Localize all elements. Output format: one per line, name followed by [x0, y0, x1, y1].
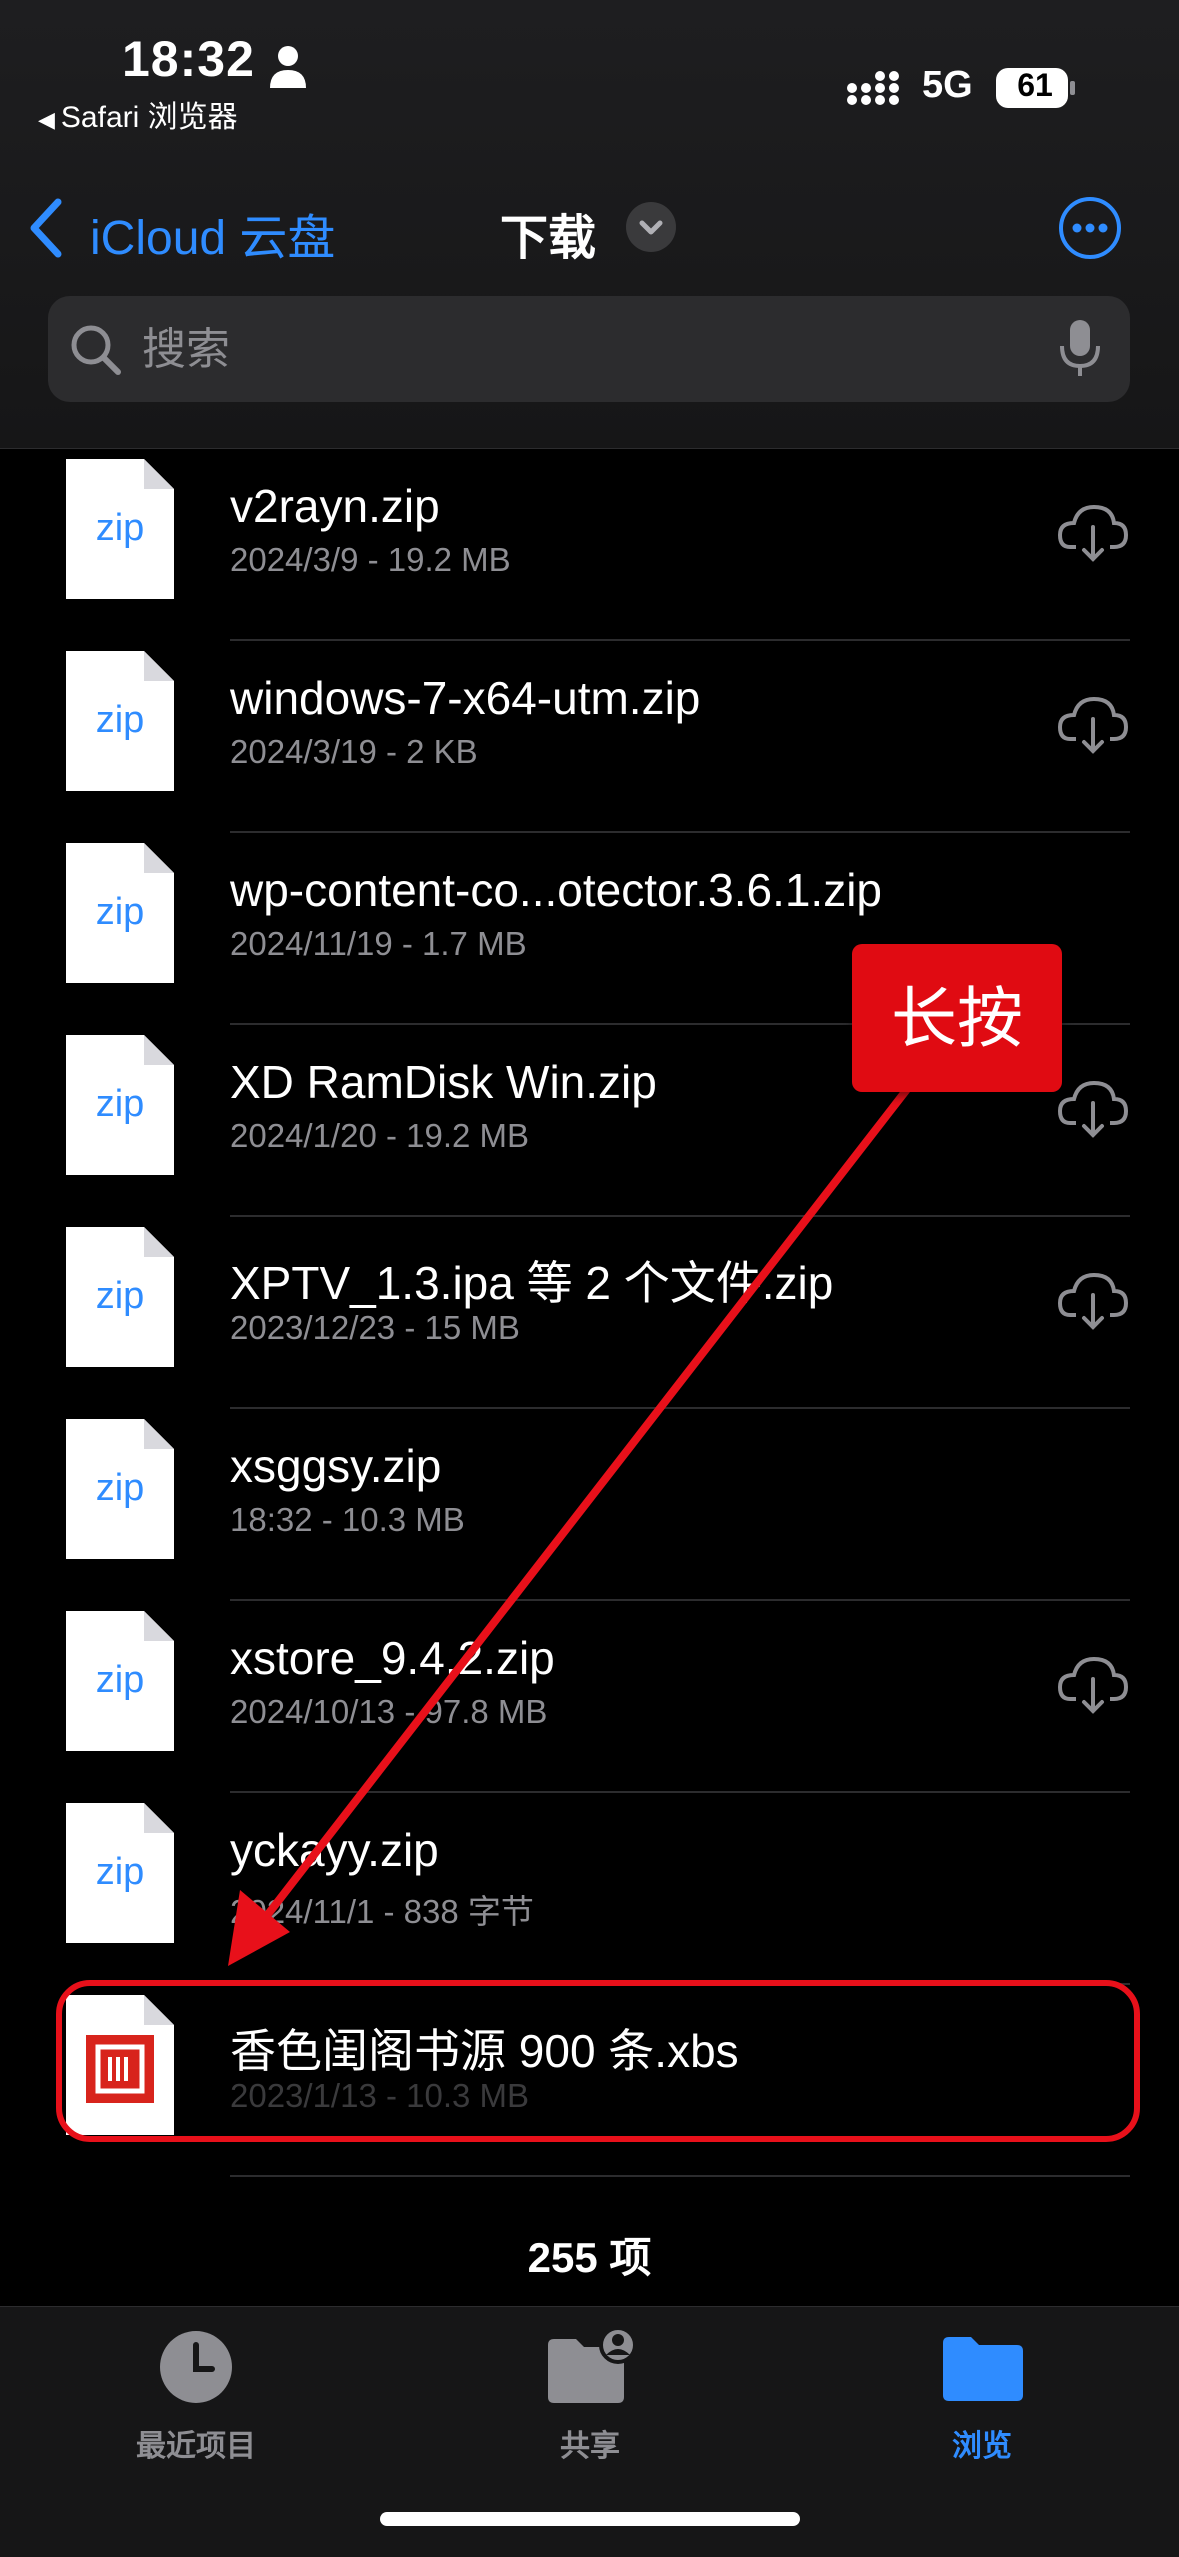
status-time: 18:32: [122, 31, 255, 87]
file-name: xsggsy.zip: [230, 1440, 442, 1492]
file-meta: 2024/3/9 - 19.2 MB: [230, 541, 511, 578]
cloud-download-icon[interactable]: [1058, 1269, 1128, 1331]
back-to-safari[interactable]: ◀ Safari 浏览器: [38, 92, 238, 136]
tab-browse[interactable]: 浏览: [862, 2327, 1102, 2477]
cloud-download-icon[interactable]: [1058, 501, 1128, 563]
person-icon: [270, 46, 306, 88]
tab-label: 共享: [560, 2430, 620, 2463]
file-meta: 18:32 - 10.3 MB: [230, 1501, 465, 1538]
tab-shared[interactable]: 共享: [470, 2327, 710, 2477]
file-row[interactable]: zip xsggsy.zip 18:32 - 10.3 MB: [0, 1409, 1179, 1601]
cellular-signal-icon: [847, 71, 899, 105]
back-button-icloud[interactable]: iCloud 云盘: [90, 198, 335, 268]
file-row[interactable]: zip v2rayn.zip 2024/3/9 - 19.2 MB: [0, 449, 1179, 641]
file-row[interactable]: zip XPTV_1.3.ipa 等 2 个文件.zip 2023/12/23 …: [0, 1217, 1179, 1409]
zip-file-icon: zip: [66, 1419, 174, 1559]
zip-file-icon: zip: [66, 1611, 174, 1751]
file-name: yckayy.zip: [230, 1824, 439, 1876]
more-options-icon[interactable]: [1058, 196, 1122, 260]
clock-icon: [160, 2331, 232, 2403]
file-name: XPTV_1.3.ipa 等 2 个文件.zip: [230, 1257, 834, 1309]
file-row[interactable]: zip yckayy.zip 2024/11/1 - 838 字节: [0, 1793, 1179, 1985]
page-title: 下载: [500, 212, 597, 265]
cloud-download-icon[interactable]: [1058, 1653, 1128, 1715]
shared-folder-icon: [548, 2327, 637, 2403]
file-name: windows-7-x64-utm.zip: [230, 672, 701, 724]
network-type: 5G: [922, 64, 973, 106]
file-meta: 2024/10/13 - 97.8 MB: [230, 1693, 548, 1730]
highlight-box: [56, 1980, 1140, 2142]
file-row[interactable]: zip xstore_9.4.2.zip 2024/10/13 - 97.8 M…: [0, 1601, 1179, 1793]
search-bar[interactable]: [48, 296, 1130, 404]
row-divider: [230, 2175, 1130, 2177]
header: 18:32 ◀ Safari 浏览器 5G 61 iCloud 云盘 下载: [0, 0, 1179, 449]
folder-icon: [943, 2337, 1023, 2401]
home-indicator[interactable]: [380, 2512, 800, 2526]
back-triangle-icon: ◀: [38, 107, 55, 132]
file-name: wp-content-co...otector.3.6.1.zip: [230, 864, 883, 916]
search-icon: [71, 325, 121, 375]
chevron-down-icon: [639, 220, 663, 235]
file-row[interactable]: zip windows-7-x64-utm.zip 2024/3/19 - 2 …: [0, 641, 1179, 833]
zip-file-icon: zip: [66, 459, 174, 599]
microphone-icon[interactable]: [1058, 318, 1102, 380]
item-count: 255 项: [527, 2234, 652, 2281]
file-meta: 2024/11/1 - 838 字节: [230, 1893, 534, 1930]
file-meta: 2024/1/20 - 19.2 MB: [230, 1117, 530, 1154]
tab-recents[interactable]: 最近项目: [76, 2327, 316, 2477]
tab-label: 最近项目: [136, 2430, 256, 2463]
file-name: v2rayn.zip: [230, 480, 440, 532]
file-name: xstore_9.4.2.zip: [230, 1632, 555, 1684]
file-meta: 2024/11/19 - 1.7 MB: [230, 925, 527, 962]
file-meta: 2024/3/19 - 2 KB: [230, 733, 478, 770]
file-meta: 2023/12/23 - 15 MB: [230, 1309, 520, 1346]
zip-file-icon: zip: [66, 1227, 174, 1367]
zip-file-icon: zip: [66, 843, 174, 983]
chevron-left-icon[interactable]: [24, 196, 68, 260]
long-press-callout: 长按: [852, 944, 1062, 1092]
cloud-download-icon[interactable]: [1058, 693, 1128, 755]
cloud-download-icon[interactable]: [1058, 1077, 1128, 1139]
tab-label: 浏览: [952, 2430, 1012, 2463]
zip-file-icon: zip: [66, 651, 174, 791]
back-app-label: Safari 浏览器: [60, 101, 238, 134]
zip-file-icon: zip: [66, 1803, 174, 1943]
file-name: XD RamDisk Win.zip: [230, 1056, 657, 1108]
zip-file-icon: zip: [66, 1035, 174, 1175]
battery-level: 61: [1017, 67, 1053, 103]
title-menu-button[interactable]: [626, 202, 676, 252]
search-input[interactable]: [140, 296, 1044, 404]
